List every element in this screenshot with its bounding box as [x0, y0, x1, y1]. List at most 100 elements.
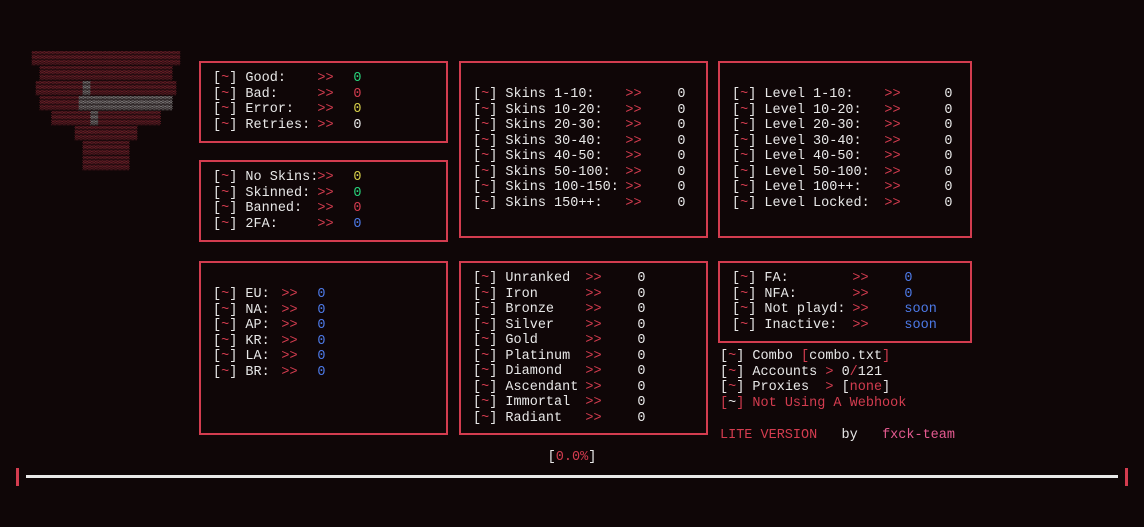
panel-regions: [~] EU:>>0[~] NA:>>0[~] AP:>>0[~] KR:>>0… [199, 261, 448, 435]
version-team: fxck-team [882, 428, 955, 443]
stat-line: [~] NFA:>>0 [732, 287, 958, 303]
stat-label: Level 20-30: [764, 118, 884, 134]
stat-label: Skins 30-40: [505, 134, 625, 150]
stat-value: 0 [677, 165, 685, 181]
stat-value: 0 [944, 118, 952, 134]
stat-line: [~] 2FA:>>0 [213, 217, 434, 233]
arrow-icon: >> [281, 334, 297, 349]
arrow-icon: >> [884, 134, 900, 149]
arrow-icon: >> [585, 395, 601, 410]
info-webhook-text: Not Using A Webhook [752, 396, 906, 412]
arrow-icon: >> [625, 103, 641, 118]
arrow-icon: >> [884, 180, 900, 195]
stat-line: [~] AP:>>0 [213, 318, 434, 334]
stat-line: [~] Level 100++:>>0 [732, 180, 958, 196]
stat-value: 0 [677, 180, 685, 196]
info-proxies: [~] Proxies > [none] [720, 380, 906, 396]
stat-line: [~] Diamond>>0 [473, 364, 694, 380]
stat-label: Unranked [505, 271, 585, 287]
info-combo-label: Combo [752, 349, 793, 365]
info-block: [~] Combo [combo.txt] [~] Accounts > 0 /… [720, 349, 906, 411]
arrow-icon: >> [884, 118, 900, 133]
stat-label: Error: [245, 102, 317, 118]
stat-label: LA: [245, 349, 281, 365]
stat-value: 0 [637, 302, 645, 318]
stat-value: 0 [637, 349, 645, 365]
arrow-icon: >> [852, 271, 868, 286]
arrow-icon: >> [585, 333, 601, 348]
stat-value: 0 [677, 134, 685, 150]
version-by: by [842, 428, 858, 443]
arrow-icon: >> [317, 186, 333, 201]
stat-label: FA: [764, 271, 852, 287]
arrow-icon: >> [281, 318, 297, 333]
arrow-icon: >> [625, 149, 641, 164]
stat-label: KR: [245, 334, 281, 350]
stat-line: [~] Level 1-10:>>0 [732, 87, 958, 103]
panel-levels: [~] Level 1-10:>>0[~] Level 10-20:>>0[~]… [718, 61, 972, 238]
arrow-icon: >> [317, 71, 333, 86]
stat-label: Ascendant [505, 380, 585, 396]
stat-label: Skins 20-30: [505, 118, 625, 134]
stat-value: 0 [353, 170, 361, 186]
info-accounts-total: 121 [858, 365, 882, 381]
stat-label: Skins 1-10: [505, 87, 625, 103]
stat-label: Inactive: [764, 318, 852, 334]
stat-line: [~] Unranked>>0 [473, 271, 694, 287]
stat-line: [~] BR:>>0 [213, 365, 434, 381]
stat-value: 0 [677, 103, 685, 119]
stat-line: [~] Bad:>>0 [213, 87, 434, 103]
stat-line: [~] Radiant>>0 [473, 411, 694, 427]
stat-line: [~] Skins 40-50:>>0 [473, 149, 694, 165]
stat-label: Immortal [505, 395, 585, 411]
panel-status: [~] Good:>>0[~] Bad:>>0[~] Error:>>0[~] … [199, 61, 448, 143]
info-accounts: [~] Accounts > 0 / 121 [720, 365, 906, 381]
stat-line: [~] LA:>>0 [213, 349, 434, 365]
arrow-icon: >> [625, 180, 641, 195]
arrow-icon: >> [625, 165, 641, 180]
stat-value: 0 [317, 334, 325, 350]
stat-line: [~] Silver>>0 [473, 318, 694, 334]
stat-value: 0 [637, 364, 645, 380]
banner-row: ▒▒▒▒▒▒▒▒▒▒▒▒▒▒▒▒▒▒ [22, 82, 190, 97]
progress-percent-value: 0.0 [556, 450, 580, 465]
stat-value: soon [904, 302, 936, 318]
stat-line: [~] Ascendant>>0 [473, 380, 694, 396]
stat-line: [~] Gold>>0 [473, 333, 694, 349]
stat-value: 0 [944, 87, 952, 103]
stat-line: [~] Skins 20-30:>>0 [473, 118, 694, 134]
arrow-icon: >> [317, 217, 333, 232]
banner-row: ▒▒▒▒▒▒▒▒▒▒▒▒▒▒ [22, 112, 190, 127]
stat-value: 0 [944, 196, 952, 212]
arrow-icon: >> [884, 103, 900, 118]
stat-value: 0 [317, 318, 325, 334]
panel-ranks: [~] Unranked>>0[~] Iron>>0[~] Bronze>>0[… [459, 261, 708, 435]
stat-value: 0 [677, 118, 685, 134]
progress-bar [16, 468, 1128, 486]
stat-label: Bronze [505, 302, 585, 318]
stat-label: Level 100++: [764, 180, 884, 196]
arrow-icon: >> [884, 196, 900, 211]
stat-line: [~] NA:>>0 [213, 303, 434, 319]
stat-line: [~] Banned:>>0 [213, 201, 434, 217]
stat-line: [~] Platinum>>0 [473, 349, 694, 365]
arrow-icon: >> [625, 196, 641, 211]
arrow-icon: >> [317, 118, 333, 133]
stat-label: Good: [245, 71, 317, 87]
info-proxies-value: none [850, 380, 882, 396]
stat-line: [~] Level 20-30:>>0 [732, 118, 958, 134]
stat-label: Iron [505, 287, 585, 303]
stat-line: [~] Not playd:>>soon [732, 302, 958, 318]
stat-value: 0 [353, 186, 361, 202]
arrow-icon: >> [585, 302, 601, 317]
info-combo: [~] Combo [combo.txt] [720, 349, 906, 365]
arrow-icon: >> [317, 201, 333, 216]
stat-value: 0 [317, 349, 325, 365]
stat-line: [~] Skinned:>>0 [213, 186, 434, 202]
info-webhook: [~] Not Using A Webhook [720, 396, 906, 412]
stat-label: Skinned: [245, 186, 317, 202]
stat-value: 0 [353, 201, 361, 217]
stat-line: [~] Level Locked:>>0 [732, 196, 958, 212]
banner-row: ▒▒▒▒▒▒ [22, 157, 190, 172]
stat-label: Level 40-50: [764, 149, 884, 165]
